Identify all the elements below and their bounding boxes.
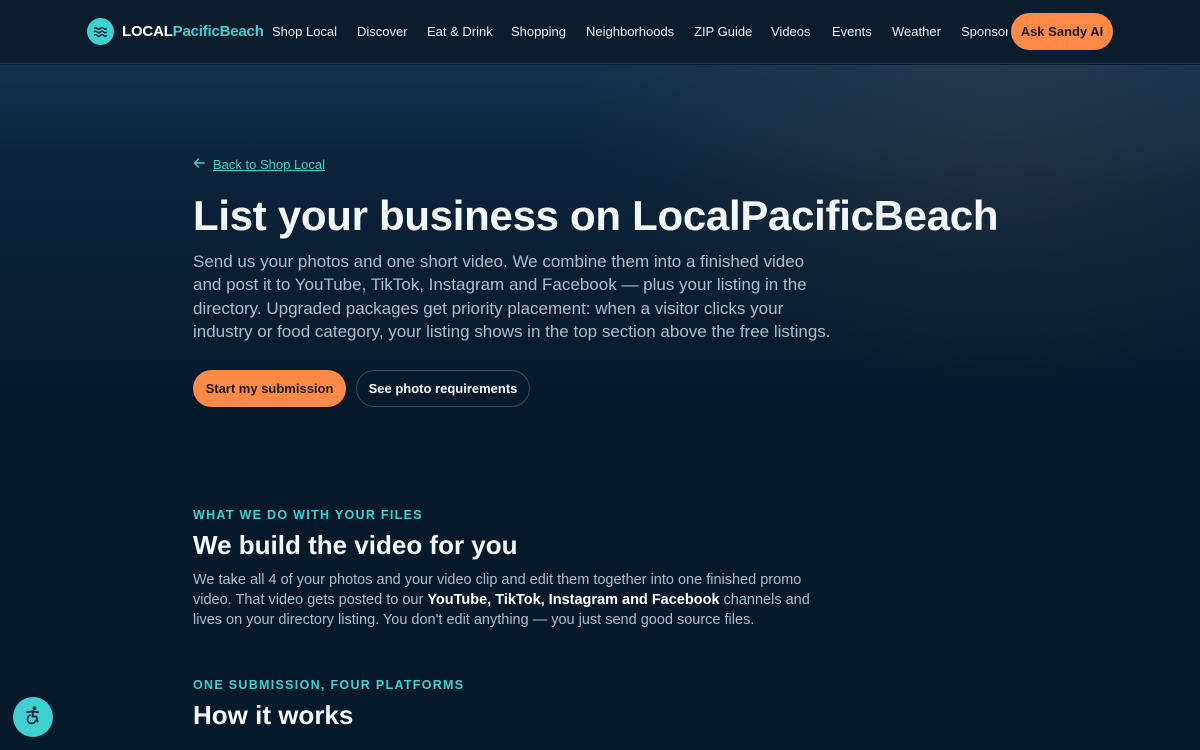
- nav-weather[interactable]: Weather: [892, 24, 941, 39]
- arrow-left-icon: [193, 157, 205, 172]
- section-title-video: We build the video for you: [193, 530, 518, 560]
- nav-eat-drink[interactable]: Eat & Drink: [427, 24, 493, 39]
- back-to-shop-local-link[interactable]: Back to Shop Local: [193, 157, 325, 172]
- nav-sponsors[interactable]: Sponsors: [961, 24, 1008, 39]
- section-body-video: We take all 4 of your photos and your vi…: [193, 570, 833, 630]
- nav-events[interactable]: Events: [832, 24, 872, 39]
- nav-videos[interactable]: Videos: [771, 24, 811, 39]
- logo-text: LOCALPacificBeach: [122, 23, 264, 40]
- nav-neighborhoods[interactable]: Neighborhoods: [586, 24, 674, 39]
- section-eyebrow-files: WHAT WE DO WITH YOUR FILES: [193, 508, 423, 522]
- section-eyebrow-platforms: ONE SUBMISSION, FOUR PLATFORMS: [193, 678, 465, 692]
- accessibility-icon: [23, 705, 43, 730]
- nav-shopping[interactable]: Shopping: [511, 24, 566, 39]
- site-header: LOCALPacificBeach Shop Local Discover Ea…: [0, 0, 1200, 64]
- accessibility-button[interactable]: [13, 697, 53, 737]
- photo-requirements-button[interactable]: See photo requirements: [356, 370, 530, 407]
- site-logo[interactable]: LOCALPacificBeach: [87, 18, 264, 45]
- nav-zip-guide[interactable]: ZIP Guide: [694, 24, 752, 39]
- section-body-platforms: YouTube, TikTok, Instagram and Facebook: [427, 592, 720, 608]
- logo-text-place: PacificBeach: [172, 23, 264, 40]
- nav-shop-local[interactable]: Shop Local: [272, 24, 337, 39]
- hero-intro: Send us your photos and one short video.…: [193, 252, 831, 341]
- nav-discover[interactable]: Discover: [357, 24, 408, 39]
- start-submission-button[interactable]: Start my submission: [193, 370, 346, 407]
- hero-background: [0, 65, 1200, 750]
- logo-text-local: LOCAL: [122, 23, 173, 40]
- page-title: List your business on LocalPacificBeach: [193, 192, 999, 239]
- main-nav: Shop Local Discover Eat & Drink Shopping…: [272, 0, 1008, 64]
- back-link-label: Back to Shop Local: [213, 157, 326, 172]
- section-title-how-it-works: How it works: [193, 700, 354, 730]
- ask-sandy-ai-button[interactable]: Ask Sandy AI: [1011, 13, 1113, 50]
- waves-icon: [87, 18, 114, 45]
